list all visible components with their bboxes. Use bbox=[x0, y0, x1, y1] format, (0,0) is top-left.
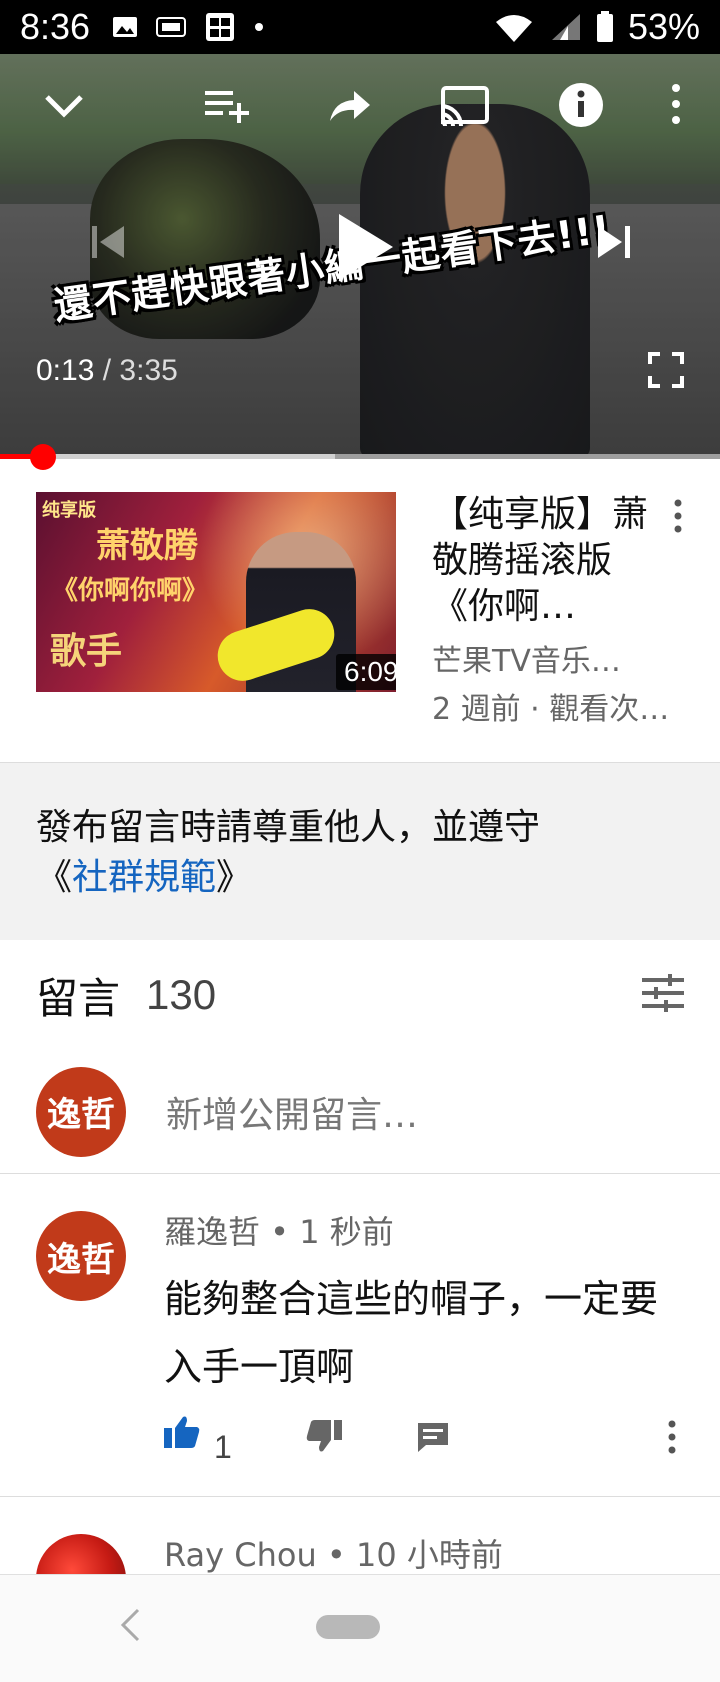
next-video-more-button[interactable] bbox=[672, 498, 692, 538]
comment-author-time: 羅逸哲 • 1 秒前 bbox=[164, 1213, 394, 1251]
thumbnail-artist-name: 萧敬腾 bbox=[96, 526, 198, 566]
share-button[interactable] bbox=[322, 86, 378, 130]
status-notification-icons bbox=[112, 11, 264, 43]
comments-header: 留言 130 bbox=[0, 940, 720, 1050]
status-system-icons: 53% bbox=[494, 6, 700, 48]
reply-comment-icon bbox=[418, 1423, 448, 1452]
previous-video-button[interactable] bbox=[82, 216, 134, 272]
guideline-link-line: 《社群規範》 bbox=[36, 853, 684, 903]
player-more-button[interactable] bbox=[654, 78, 698, 134]
playlist-add-icon bbox=[205, 89, 251, 127]
more-vertical-icon bbox=[668, 1420, 676, 1454]
next-video-thumbnail[interactable]: 纯享版 萧敬腾 《你啊你啊》 歌手 6:09 bbox=[36, 492, 396, 692]
comment-more-button[interactable] bbox=[666, 1419, 678, 1459]
notification-dot-icon bbox=[254, 22, 264, 32]
battery-icon bbox=[596, 11, 614, 43]
cell-signal-icon bbox=[548, 12, 582, 42]
share-arrow-icon bbox=[328, 89, 372, 127]
chevron-down-icon bbox=[44, 93, 84, 123]
time-total: 3:35 bbox=[119, 354, 178, 387]
community-guidelines-banner: 發布留言時請尊重他人，並遵守 《社群規範》 bbox=[0, 762, 720, 940]
thumbs-down-icon bbox=[306, 1420, 342, 1452]
sort-comments-button[interactable] bbox=[642, 974, 684, 1016]
next-video-title: 【纯享版】萧敬腾摇滚版《你啊… bbox=[432, 494, 649, 627]
more-vertical-icon bbox=[672, 499, 684, 538]
status-time: 8:36 bbox=[20, 6, 91, 47]
like-button[interactable] bbox=[164, 1415, 200, 1453]
add-to-playlist-button[interactable] bbox=[200, 86, 256, 130]
add-comment-row[interactable]: 逸哲 新增公開留言… bbox=[0, 1050, 720, 1174]
cast-icon bbox=[439, 86, 489, 130]
gallery-icon bbox=[112, 14, 138, 40]
next-video-meta: 2 週前 · 觀看次… bbox=[432, 692, 670, 727]
minimize-player-button[interactable] bbox=[38, 86, 90, 130]
comments-count: 130 bbox=[146, 971, 217, 1018]
battery-percentage: 53% bbox=[627, 6, 700, 47]
scrubber-handle[interactable] bbox=[30, 444, 57, 470]
community-guidelines-link[interactable]: 社群規範 bbox=[72, 857, 216, 898]
time-separator: / bbox=[102, 354, 112, 387]
next-video-channel: 芒果TV音乐… bbox=[432, 644, 621, 679]
comment-item: Ray Chou • 10 小時前 bbox=[0, 1498, 720, 1574]
next-video-button[interactable] bbox=[588, 216, 640, 272]
nav-home-pill[interactable] bbox=[316, 1615, 380, 1639]
guideline-link-close-bracket: 》 bbox=[216, 857, 253, 898]
commenter-avatar[interactable]: 逸哲 bbox=[36, 1211, 126, 1301]
video-info-button[interactable] bbox=[556, 82, 606, 132]
cast-button[interactable] bbox=[436, 84, 492, 132]
duration-badge: 6:09 bbox=[336, 654, 396, 690]
time-current: 0:13 bbox=[36, 354, 95, 387]
comment-text: 能夠整合這些的帽子，一定要入手一頂啊 bbox=[164, 1277, 659, 1389]
sort-filter-icon bbox=[642, 974, 684, 1012]
next-video-info[interactable]: 【纯享版】萧敬腾摇滚版《你啊… 芒果TV音乐… 2 週前 · 觀看次… bbox=[432, 492, 682, 728]
thumbnail-song-title: 《你啊你啊》 bbox=[52, 576, 209, 606]
add-comment-input[interactable]: 新增公開留言… bbox=[166, 1086, 418, 1138]
time-readout: 0:13 / 3:35 bbox=[36, 354, 178, 388]
skip-previous-icon bbox=[88, 222, 128, 266]
commenter-avatar[interactable] bbox=[36, 1534, 126, 1574]
play-button[interactable] bbox=[330, 212, 400, 286]
24h-app-icon bbox=[156, 16, 187, 38]
comments-title: 留言 bbox=[36, 973, 121, 1023]
nav-back-button[interactable] bbox=[118, 1607, 142, 1647]
info-icon bbox=[558, 82, 604, 132]
like-count: 1 bbox=[214, 1429, 232, 1465]
comment-author-time: Ray Chou • 10 小時前 bbox=[164, 1536, 503, 1574]
more-vertical-icon bbox=[669, 82, 683, 130]
thumbnail-tag: 纯享版 bbox=[42, 500, 96, 521]
dislike-button[interactable] bbox=[306, 1419, 342, 1457]
video-player[interactable]: 還不趕快跟著小編一起看下去!!! 0:13 / 3:35 bbox=[0, 54, 720, 458]
my-avatar: 逸哲 bbox=[36, 1066, 126, 1157]
fullscreen-icon bbox=[648, 352, 684, 392]
system-navigation-bar bbox=[0, 1574, 720, 1682]
screenshot-app-icon bbox=[204, 11, 236, 43]
reply-button[interactable] bbox=[416, 1421, 450, 1457]
play-icon bbox=[335, 212, 395, 286]
comment-item: 逸哲 羅逸哲 • 1 秒前 能夠整合這些的帽子，一定要入手一頂啊 1 bbox=[0, 1175, 720, 1497]
thumbnail-show-logo: 歌手 bbox=[50, 630, 123, 672]
next-video-card[interactable]: 纯享版 萧敬腾 《你啊你啊》 歌手 6:09 【纯享版】萧敬腾摇滚版《你啊… 芒… bbox=[0, 470, 720, 760]
thumbs-up-icon bbox=[164, 1416, 200, 1448]
guideline-text: 發布留言時請尊重他人，並遵守 bbox=[36, 807, 541, 848]
status-bar: 8:36 53% bbox=[0, 0, 720, 54]
back-chevron-icon bbox=[120, 1608, 140, 1642]
comment-actions: 1 bbox=[164, 1415, 694, 1475]
skip-next-icon bbox=[594, 222, 634, 266]
guideline-link-open-bracket: 《 bbox=[36, 857, 73, 898]
wifi-icon bbox=[494, 12, 534, 42]
fullscreen-button[interactable] bbox=[644, 350, 688, 394]
